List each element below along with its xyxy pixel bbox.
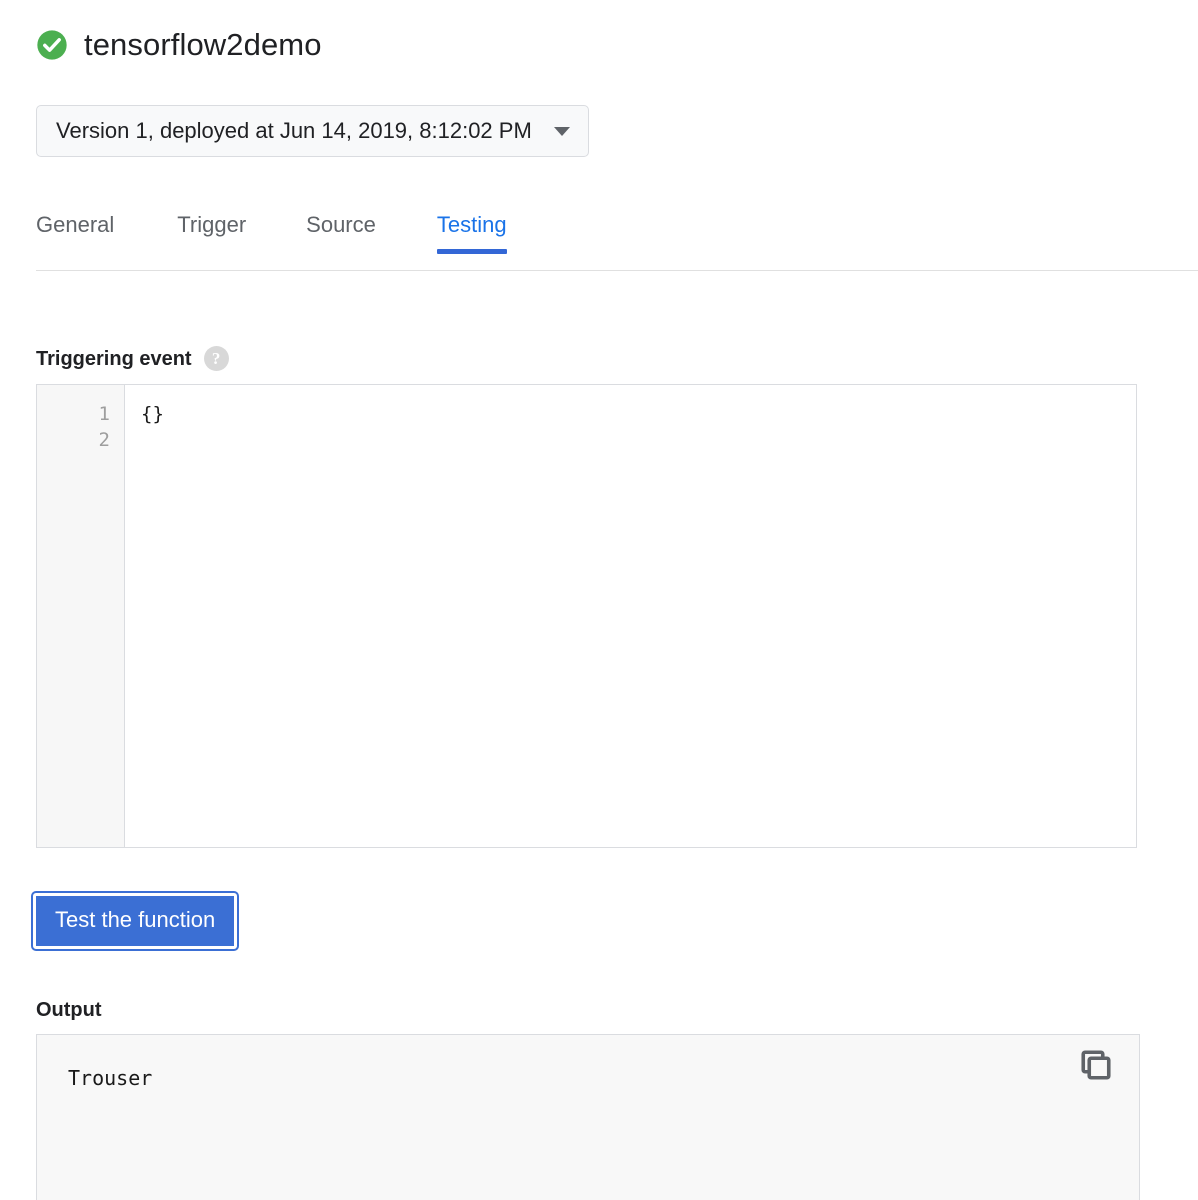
editor-code-area[interactable]: {}	[125, 385, 1136, 847]
output-text: Trouser	[68, 1066, 153, 1090]
chevron-down-icon	[553, 126, 570, 136]
editor-line-number: 1	[98, 403, 110, 425]
editor-line-number: 2	[98, 429, 110, 451]
page-title: tensorflow2demo	[84, 27, 322, 62]
tab-testing-label: Testing	[436, 212, 507, 237]
tab-trigger-label: Trigger	[177, 212, 247, 237]
tab-source[interactable]: Source	[306, 208, 376, 238]
copy-icon[interactable]	[1078, 1047, 1114, 1083]
version-select-label: Version 1, deployed at Jun 14, 2019, 8:1…	[56, 118, 532, 143]
test-the-function-button-label: Test the function	[55, 907, 216, 932]
page-header: tensorflow2demo	[36, 28, 322, 62]
test-the-function-button[interactable]: Test the function	[30, 891, 240, 951]
output-label: Output	[36, 998, 102, 1022]
tab-general[interactable]: General	[36, 208, 114, 238]
triggering-event-editor[interactable]: 1 2 {}	[36, 384, 1137, 848]
tab-general-label: General	[36, 212, 115, 237]
tab-bar-divider	[36, 270, 1198, 271]
tab-bar: General Trigger Source Testing	[36, 208, 1198, 271]
version-select[interactable]: Version 1, deployed at Jun 14, 2019, 8:1…	[36, 105, 589, 157]
check-circle-icon	[37, 30, 67, 60]
tab-source-label: Source	[306, 212, 376, 237]
editor-code-line: {}	[141, 403, 164, 425]
triggering-event-label: Triggering event ?	[36, 346, 229, 371]
tab-trigger[interactable]: Trigger	[177, 208, 246, 238]
tab-testing[interactable]: Testing	[436, 208, 507, 254]
output-label-text: Output	[36, 999, 102, 1021]
tab-active-underline	[436, 249, 507, 254]
triggering-event-label-text: Triggering event	[36, 347, 192, 370]
help-circle-icon[interactable]: ?	[203, 346, 229, 371]
editor-gutter: 1 2	[37, 385, 125, 847]
output-panel: Trouser	[36, 1034, 1140, 1200]
